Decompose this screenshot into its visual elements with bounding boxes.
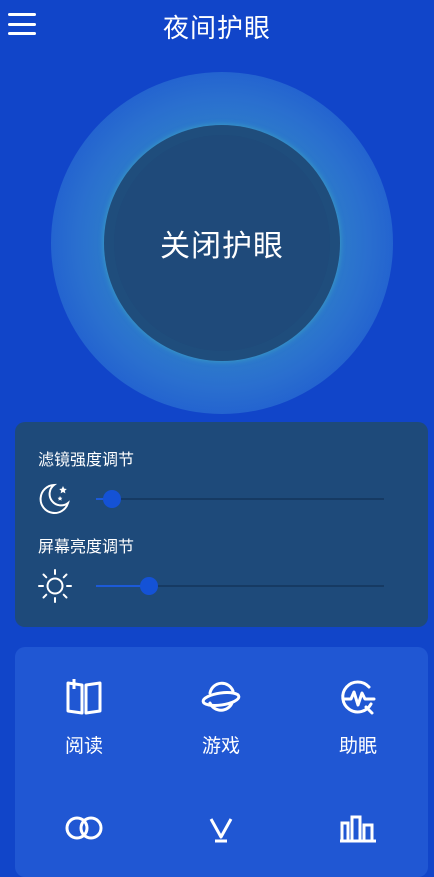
brightness-slider-thumb[interactable] [139, 577, 158, 595]
mode-label: 游戏 [201, 735, 240, 757]
page-title: 夜间护眼 [162, 14, 271, 44]
toggle-label: 关闭护眼 [160, 229, 284, 264]
mode-item-4[interactable] [24, 813, 144, 857]
app-header: 夜间护眼 [0, 0, 434, 52]
filter-strength-label: 滤镜强度调节 [38, 450, 135, 469]
book-icon [66, 679, 102, 715]
sleep-wave-icon [341, 680, 376, 715]
city-icon [340, 815, 376, 843]
brightness-slider[interactable] [96, 577, 384, 595]
mode-label: 助眠 [338, 735, 377, 757]
adjustment-panel: 滤镜强度调节 屏幕亮度调节 [15, 422, 428, 627]
lamp-icon [209, 818, 233, 843]
mode-label: 阅读 [64, 735, 103, 757]
filter-slider-thumb[interactable] [103, 490, 121, 508]
mode-panel: 阅读 游戏 助眠 [15, 647, 428, 877]
planet-icon [201, 681, 241, 712]
mode-sleep[interactable]: 助眠 [298, 677, 418, 758]
brightness-label: 屏幕亮度调节 [38, 537, 135, 556]
moon-stars-icon [39, 483, 70, 514]
filter-strength-slider[interactable] [96, 490, 384, 508]
mode-reading[interactable]: 阅读 [24, 677, 144, 758]
sun-icon [38, 569, 72, 603]
eye-care-toggle-button[interactable]: 关闭护眼 [114, 135, 330, 351]
mode-item-6[interactable] [298, 813, 418, 857]
mode-gaming[interactable]: 游戏 [161, 677, 281, 758]
mode-item-5[interactable] [161, 813, 281, 857]
rings-icon [65, 816, 103, 840]
